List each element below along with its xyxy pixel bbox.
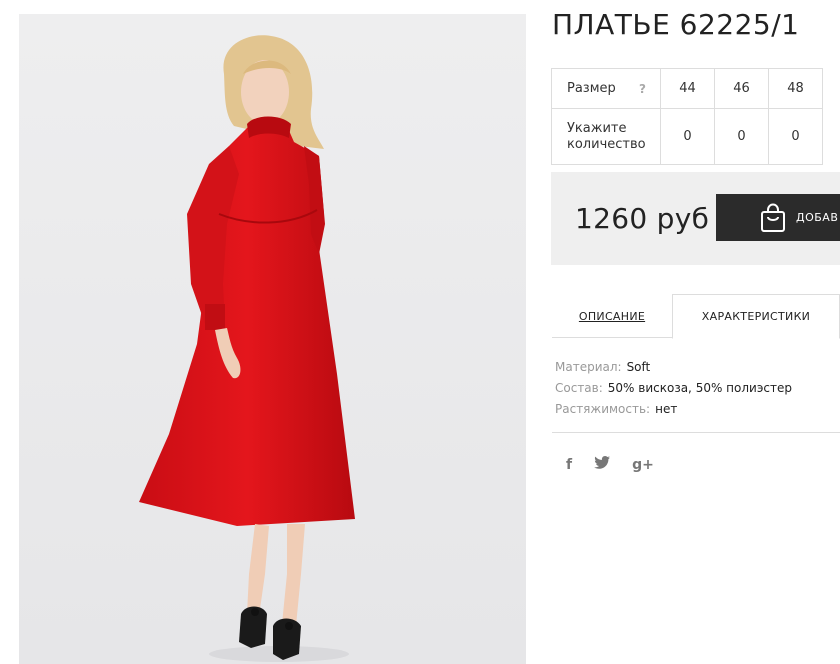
buy-box: 1260 руб ДОБАВ (551, 172, 840, 265)
spec-row-stretch: Растяжимость: нет (555, 399, 792, 420)
size-label: Размер (567, 80, 616, 96)
product-title: ПЛАТЬЕ 62225/1 (552, 8, 800, 41)
size-quantity-table: Размер ? 44 46 48 Укажите количество 0 0… (551, 68, 823, 165)
tab-description[interactable]: ОПИСАНИЕ (552, 294, 672, 338)
size-option-48[interactable]: 48 (768, 68, 823, 109)
divider (552, 432, 840, 433)
add-to-cart-label: ДОБАВ (796, 211, 839, 224)
shopping-bag-icon (760, 202, 786, 233)
spec-key: Растяжимость: (555, 402, 651, 416)
quantity-label: Укажите количество (551, 108, 661, 165)
product-page: ПЛАТЬЕ 62225/1 Размер ? 44 46 48 Укажите… (0, 0, 840, 664)
size-row: Размер ? 44 46 48 (551, 68, 823, 109)
size-option-44[interactable]: 44 (660, 68, 715, 109)
twitter-icon[interactable] (594, 456, 611, 473)
price: 1260 руб (575, 202, 710, 235)
product-photo[interactable] (19, 14, 526, 664)
spec-row-material: Материал: Soft (555, 357, 792, 378)
spec-value: Soft (626, 360, 651, 374)
tab-characteristics[interactable]: ХАРАКТЕРИСТИКИ (672, 294, 840, 339)
spec-key: Состав: (555, 381, 603, 395)
facebook-icon[interactable]: f (566, 457, 572, 473)
add-to-cart-button[interactable]: ДОБАВ (716, 194, 840, 241)
help-icon[interactable]: ? (639, 81, 646, 97)
spec-value: нет (655, 402, 678, 416)
product-tabs: ОПИСАНИЕ ХАРАКТЕРИСТИКИ (552, 294, 840, 339)
size-option-46[interactable]: 46 (714, 68, 769, 109)
quantity-input-48[interactable]: 0 (768, 108, 823, 165)
dress-model-image (19, 14, 526, 664)
size-label-cell: Размер ? (551, 68, 661, 109)
social-share: f g+ (566, 456, 654, 473)
quantity-input-44[interactable]: 0 (660, 108, 715, 165)
spec-row-composition: Состав: 50% вискоза, 50% полиэстер (555, 378, 792, 399)
spec-key: Материал: (555, 360, 622, 374)
quantity-input-46[interactable]: 0 (714, 108, 769, 165)
quantity-row: Укажите количество 0 0 0 (551, 108, 823, 165)
google-plus-icon[interactable]: g+ (632, 457, 654, 473)
product-specs: Материал: Soft Состав: 50% вискоза, 50% по… (555, 357, 792, 420)
spec-value: 50% вискоза, 50% полиэстер (607, 381, 793, 395)
